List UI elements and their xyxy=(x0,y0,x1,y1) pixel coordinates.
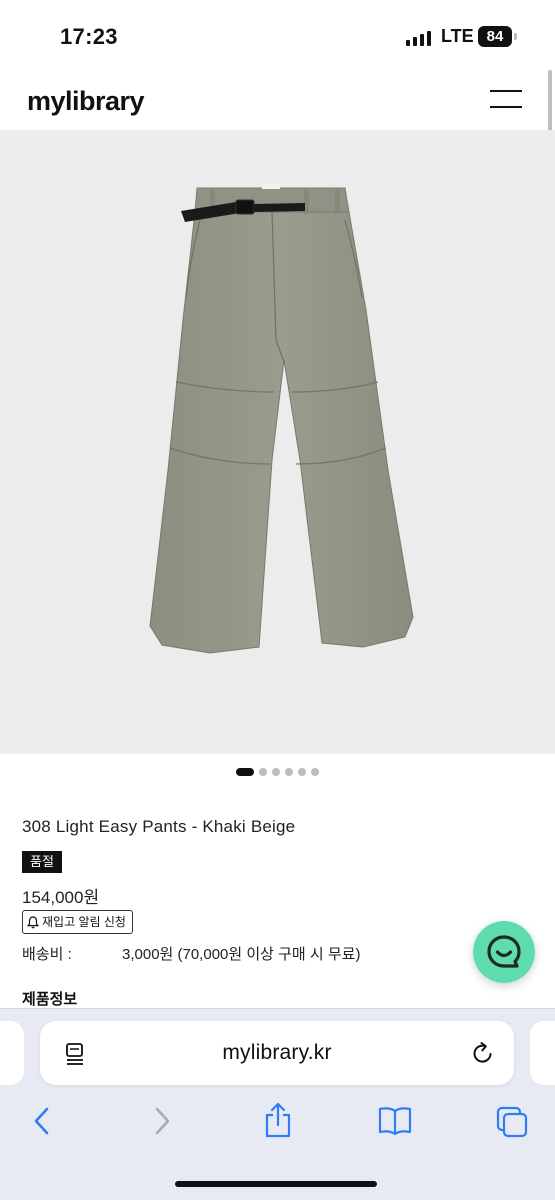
battery-nub xyxy=(514,33,517,40)
carousel-dot[interactable] xyxy=(272,768,280,776)
site-logo[interactable]: mylibrary xyxy=(27,86,145,117)
reload-icon[interactable] xyxy=(470,1040,496,1066)
product-image[interactable] xyxy=(0,130,555,754)
carousel-dots xyxy=(0,768,555,776)
soldout-badge: 품절 xyxy=(22,851,62,873)
status-bar: 17:23 LTE 84 xyxy=(0,0,555,70)
forward-icon[interactable] xyxy=(150,1105,174,1137)
product-price: 154,000원 xyxy=(22,888,100,907)
address-bar[interactable]: mylibrary.kr xyxy=(40,1021,514,1085)
browser-bar: mylibrary.kr xyxy=(0,1008,555,1200)
next-tab-preview[interactable] xyxy=(530,1021,555,1085)
bookmarks-icon[interactable] xyxy=(377,1105,413,1137)
network-type: LTE xyxy=(441,26,474,46)
shipping-value: 3,000원 (70,000원 이상 구매 시 무료) xyxy=(122,946,361,963)
carousel-dot[interactable] xyxy=(259,768,267,776)
restock-label: 재입고 알림 신청 xyxy=(42,915,126,929)
carousel-dot[interactable] xyxy=(311,768,319,776)
carousel-dot[interactable] xyxy=(285,768,293,776)
status-time: 17:23 xyxy=(60,24,118,49)
shipping-label: 배송비 : xyxy=(22,946,72,963)
back-icon[interactable] xyxy=(30,1105,54,1137)
hamburger-menu-icon[interactable] xyxy=(490,90,522,110)
product-title: 308 Light Easy Pants - Khaki Beige xyxy=(22,817,296,836)
product-info-heading[interactable]: 제품정보 xyxy=(22,988,77,1009)
url-text: mylibrary.kr xyxy=(222,1041,332,1064)
signal-strength-icon xyxy=(406,30,431,46)
restock-alert-button[interactable]: 재입고 알림 신청 xyxy=(22,910,133,934)
carousel-dot-active[interactable] xyxy=(236,768,254,776)
battery-icon: 84 xyxy=(478,26,512,47)
site-header: mylibrary xyxy=(0,70,555,130)
chat-button[interactable] xyxy=(473,921,535,983)
tabs-icon[interactable] xyxy=(495,1105,529,1139)
carousel-dot[interactable] xyxy=(298,768,306,776)
bell-icon xyxy=(27,915,39,928)
chat-bubble-smile-icon xyxy=(487,935,521,968)
home-indicator[interactable] xyxy=(175,1181,377,1187)
previous-tab-preview[interactable] xyxy=(0,1021,24,1085)
pants-illustration xyxy=(149,184,414,654)
share-icon[interactable] xyxy=(262,1101,294,1139)
browser-toolbar xyxy=(0,1097,555,1147)
